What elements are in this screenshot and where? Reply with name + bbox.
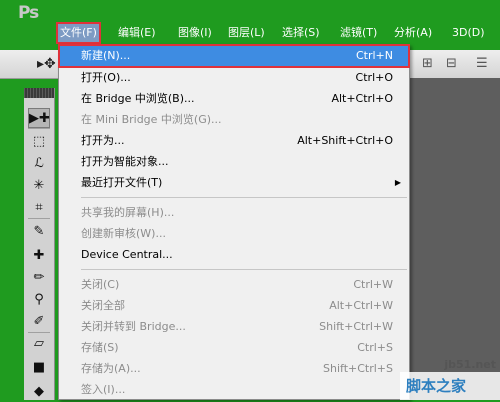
watermark-site: jb51.net [444,358,496,371]
menu-item-label: 共享我的屏幕(H)... [81,206,175,219]
gradient-icon[interactable]: ■ [28,358,50,378]
workspace-area [410,78,500,400]
submenu-arrow-icon: ▶ [394,178,401,187]
watermark-text: 脚本之家 [400,372,500,400]
menu-item-label: 打开(O)... [81,71,131,84]
file-menu-item[interactable]: Device Central... [59,244,409,266]
file-menu-item[interactable]: 新建(N)... Ctrl+N [58,44,410,68]
menu-item-label: 存储为(A)... [81,362,141,375]
menu-item-shortcut: Ctrl+S [357,341,393,354]
file-menu-item[interactable]: 在 Bridge 中浏览(B)... Alt+Ctrl+O [59,88,409,110]
file-menu-item[interactable]: 创建新审核(W)... [59,223,409,245]
clone-stamp-icon[interactable]: ⚲ [28,290,50,310]
menu-item-0[interactable]: 文件(F) [56,22,101,44]
brush-tool-icon[interactable]: ✏ [28,268,50,288]
move-tool-icon[interactable]: ▶✚ [28,108,50,128]
eraser-icon[interactable]: ▱ [28,334,50,354]
crop-tool-icon[interactable]: ⌗ [28,198,50,218]
healing-brush-icon[interactable]: ✚ [28,246,50,266]
menu-item-6[interactable]: 分析(A) [390,22,436,44]
file-menu-item[interactable]: 打开(O)... Ctrl+O [59,67,409,89]
menu-item-shortcut: Alt+Ctrl+W [329,299,393,312]
menu-item-label: Device Central... [81,248,173,261]
menu-item-label: 关闭全部 [81,299,125,312]
ps-logo: Ps [18,3,39,23]
menu-item-label: 在 Bridge 中浏览(B)... [81,92,195,105]
toolbox-separator [28,332,50,333]
menu-item-1[interactable]: 编辑(E) [114,22,160,44]
file-menu-item[interactable]: 在 Mini Bridge 中浏览(G)... [59,109,409,131]
menu-item-label: 关闭(C) [81,278,120,291]
menu-item-shortcut: Ctrl+N [355,49,393,62]
menu-item-label: 最近打开文件(T) [81,176,163,189]
toolbox-separator [28,128,50,129]
move-tool-icon[interactable]: ▸✥ [37,55,56,73]
menu-separator [81,197,407,198]
menu-item-label: 签入(I)... [81,383,126,396]
toolbox-grip[interactable] [24,88,54,98]
photoshop-window: Ps 文件(F) 编辑(E) 图像(I) 图层(L) 选择(S) 滤镜(T) 分析(A) 3D… [0,0,500,400]
file-menu-dropdown: 新建(N)... Ctrl+N 打开(O)... Ctrl+O 在 Bridge 中浏览… [58,44,410,400]
file-menu-item[interactable]: 存储为(A)... Shift+Ctrl+S [59,358,409,380]
menu-item-shortcut: Ctrl+O [355,71,393,84]
menu-item-shortcut: Alt+Shift+Ctrl+O [297,134,393,147]
menu-item-shortcut: Shift+Ctrl+W [319,320,393,333]
menu-item-label: 在 Mini Bridge 中浏览(G)... [81,113,222,126]
menu-item-label: 存储(S) [81,341,119,354]
menu-item-label: 关闭并转到 Bridge... [81,320,186,333]
file-menu-item[interactable]: 关闭(C) Ctrl+W [59,274,409,296]
menu-item-label: 打开为智能对象... [81,155,169,168]
lasso-tool-icon[interactable]: ℒ [28,154,50,174]
toolbox-separator [28,218,50,219]
quick-select-icon[interactable]: ✳ [28,176,50,196]
menu-item-4[interactable]: 选择(S) [278,22,324,44]
file-menu-item[interactable]: 关闭全部 Alt+Ctrl+W [59,295,409,317]
file-menu-item[interactable]: 最近打开文件(T) ▶ [59,172,409,194]
menu-item-shortcut: Ctrl+W [353,278,393,291]
file-menu-item[interactable]: 共享我的屏幕(H)... [59,202,409,224]
title-bar: Ps [0,0,500,23]
file-menu-item[interactable]: 打开为智能对象... [59,151,409,173]
menu-item-5[interactable]: 滤镜(T) [336,22,381,44]
menu-item-label: 创建新审核(W)... [81,227,166,240]
file-menu-item[interactable]: 存储(S) Ctrl+S [59,337,409,359]
file-menu-item[interactable]: 打开为... Alt+Shift+Ctrl+O [59,130,409,152]
menu-item-2[interactable]: 图像(I) [174,22,216,44]
distribute-icon[interactable]: ☰ [476,56,488,71]
history-brush-icon[interactable]: ✐ [28,312,50,332]
menu-item-shortcut: Shift+Ctrl+S [323,362,393,375]
file-menu-item[interactable]: 签入(I)... [59,379,409,401]
file-menu-item[interactable]: 关闭并转到 Bridge... Shift+Ctrl+W [59,316,409,338]
menu-separator [81,269,407,270]
align-icon[interactable]: ⊞ [422,56,433,71]
blur-icon[interactable]: ◆ [28,382,50,402]
menu-item-label: 新建(N)... [81,49,131,62]
marquee-tool-icon[interactable]: ⬚ [28,132,50,152]
menu-item-3[interactable]: 图层(L) [224,22,269,44]
menu-item-label: 打开为... [81,134,125,147]
eyedropper-icon[interactable]: ✎ [28,222,50,242]
menu-item-7[interactable]: 3D(D) [448,22,489,44]
align-icon-2[interactable]: ⊟ [446,56,457,71]
toolbox-panel: ▶✚ ⬚ ℒ ✳ ⌗ ✎ ✚ ✏ ⚲ ✐ ▱ ■ ◆ [24,88,55,400]
menu-item-shortcut: Alt+Ctrl+O [331,92,393,105]
